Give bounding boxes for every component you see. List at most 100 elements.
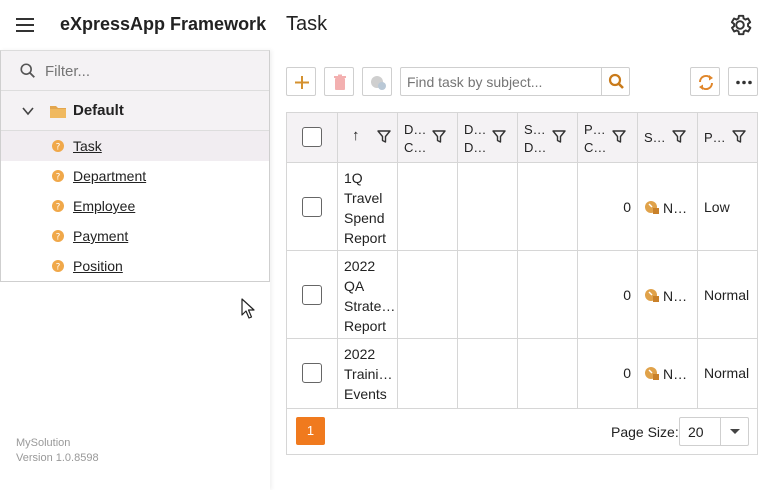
row-select-cell <box>287 251 338 338</box>
mouse-cursor-icon <box>241 298 255 319</box>
chevron-down-icon[interactable] <box>21 104 35 118</box>
status-cell[interactable]: N… <box>638 251 698 338</box>
page-button-current[interactable]: 1 <box>296 417 325 445</box>
filter-icon[interactable] <box>492 130 506 144</box>
sidebar-item-task[interactable]: ? Task <box>1 131 269 161</box>
status-cell[interactable]: N… <box>638 163 698 250</box>
sidebar-item-label[interactable]: Employee <box>73 198 135 214</box>
sidebar: Default ? Task ? Department ? Employee ?… <box>0 50 270 490</box>
page-size-select[interactable]: 20 <box>679 417 749 446</box>
sidebar-item-label[interactable]: Department <box>73 168 146 184</box>
priority-cell[interactable]: Normal <box>698 251 757 338</box>
status-not-started-icon <box>645 201 659 214</box>
plus-icon <box>295 76 309 89</box>
filter-icon[interactable] <box>552 130 566 144</box>
filter-icon[interactable] <box>732 130 746 144</box>
column-header-subject[interactable]: ↑ <box>338 113 398 163</box>
menu-icon[interactable] <box>16 16 36 32</box>
percent-completed-cell[interactable]: 0 <box>578 339 638 408</box>
sidebar-item-employee[interactable]: ? Employee <box>1 191 269 221</box>
column-header-priority[interactable]: P… <box>698 113 757 163</box>
solution-name: MySolution <box>16 437 71 449</box>
filter-icon[interactable] <box>377 130 391 144</box>
sidebar-item-label[interactable]: Task <box>73 138 102 154</box>
date-completed-cell[interactable] <box>398 339 458 408</box>
nav-group-default[interactable]: Default <box>1 91 269 131</box>
column-header-start-date[interactable]: S… D… <box>518 113 578 163</box>
search-icon <box>608 73 624 89</box>
column-header-status[interactable]: S… <box>638 113 698 163</box>
svg-text:?: ? <box>56 233 61 243</box>
start-date-cell[interactable] <box>518 251 578 338</box>
column-header-due-date[interactable]: D… D… <box>458 113 518 163</box>
nav-filter-input[interactable] <box>45 59 260 83</box>
date-completed-cell[interactable] <box>398 163 458 250</box>
app-title: eXpressApp Framework <box>60 14 267 34</box>
nav-group-label: Default <box>73 102 124 119</box>
priority-cell[interactable]: Low <box>698 163 757 250</box>
filter-icon[interactable] <box>612 130 626 144</box>
task-search-input[interactable] <box>407 72 597 92</box>
employee-object-icon: ? <box>52 200 64 213</box>
task-grid: ↑ D… C… D… D… S… D… P… C… S… P… 1Q Trave… <box>286 112 758 455</box>
sidebar-item-label[interactable]: Position <box>73 258 123 274</box>
grid-header: ↑ D… C… D… D… S… D… P… C… S… P… <box>287 113 757 163</box>
sidebar-item-label[interactable]: Payment <box>73 228 128 244</box>
task-subject: 2022 Traini… Events <box>344 346 393 402</box>
priority-cell[interactable]: Normal <box>698 339 757 408</box>
status-cell[interactable]: N… <box>638 339 698 408</box>
filter-icon[interactable] <box>672 130 686 144</box>
task-object-icon: ? <box>52 140 64 153</box>
delete-button[interactable] <box>324 67 354 96</box>
page-size-value: 20 <box>688 424 704 440</box>
start-date-cell[interactable] <box>518 339 578 408</box>
task-subject: 1Q Travel Spend Report <box>344 170 387 246</box>
search-button[interactable] <box>601 68 630 95</box>
link-action-button[interactable] <box>362 67 392 96</box>
subject-cell[interactable]: 1Q Travel Spend Report <box>338 163 398 250</box>
row-checkbox[interactable] <box>302 285 322 305</box>
date-completed-cell[interactable] <box>398 251 458 338</box>
select-all-checkbox[interactable] <box>302 127 322 147</box>
caret-down-icon <box>730 429 740 434</box>
action-gear-icon <box>371 76 386 90</box>
search-icon <box>20 63 35 78</box>
new-task-button[interactable] <box>286 67 316 96</box>
percent-completed-cell[interactable]: 0 <box>578 163 638 250</box>
due-date-cell[interactable] <box>458 163 518 250</box>
dropdown-arrow[interactable] <box>720 418 748 445</box>
column-header-percent-completed[interactable]: P… C… <box>578 113 638 163</box>
filter-icon[interactable] <box>432 130 446 144</box>
subject-cell[interactable]: 2022 QA Strate… Report <box>338 251 398 338</box>
percent-completed-cell[interactable]: 0 <box>578 251 638 338</box>
row-checkbox[interactable] <box>302 363 322 383</box>
ellipsis-icon <box>736 80 752 85</box>
page-size-label: Page Size: <box>611 424 679 440</box>
row-checkbox[interactable] <box>302 197 322 217</box>
table-row[interactable]: 2022 QA Strate… Report 0 N… Normal <box>287 251 757 339</box>
sidebar-item-payment[interactable]: ? Payment <box>1 221 269 251</box>
more-options-button[interactable] <box>728 67 758 96</box>
sidebar-item-position[interactable]: ? Position <box>1 251 269 281</box>
sort-ascending-icon[interactable]: ↑ <box>352 127 360 145</box>
trash-icon <box>334 74 346 90</box>
department-object-icon: ? <box>52 170 64 183</box>
svg-text:?: ? <box>56 143 61 153</box>
settings-gear-icon[interactable] <box>727 12 753 38</box>
due-date-cell[interactable] <box>458 339 518 408</box>
table-row[interactable]: 2022 Traini… Events 0 N… Normal <box>287 339 757 409</box>
version-text: Version 1.0.8598 <box>16 452 99 464</box>
status-not-started-icon <box>645 289 659 302</box>
task-subject: 2022 QA Strate… Report <box>344 258 396 334</box>
start-date-cell[interactable] <box>518 163 578 250</box>
page-title: Task <box>286 13 328 35</box>
due-date-cell[interactable] <box>458 251 518 338</box>
refresh-button[interactable] <box>690 67 720 96</box>
sidebar-item-department[interactable]: ? Department <box>1 161 269 191</box>
task-search-box <box>400 67 630 96</box>
status-not-started-icon <box>645 367 659 380</box>
subject-cell[interactable]: 2022 Traini… Events <box>338 339 398 408</box>
table-row[interactable]: 1Q Travel Spend Report 0 N… Low <box>287 163 757 251</box>
column-header-date-completed[interactable]: D… C… <box>398 113 458 163</box>
svg-text:?: ? <box>56 203 61 213</box>
